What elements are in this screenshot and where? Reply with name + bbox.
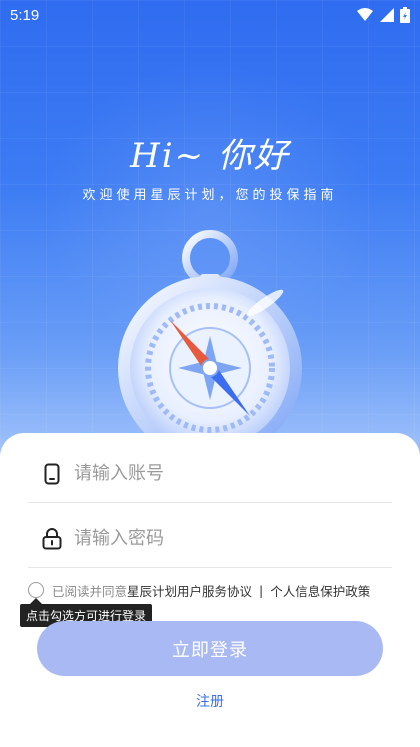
register-link[interactable]: 注册	[0, 691, 420, 711]
status-time: 5:19	[10, 6, 40, 24]
agreement-prefix: 已阅读并同意	[52, 583, 128, 599]
lock-icon	[40, 527, 64, 551]
service-agreement-link[interactable]: 星辰计划用户服务协议	[127, 581, 252, 600]
account-input[interactable]	[74, 463, 374, 484]
signal-icon	[380, 8, 394, 22]
privacy-policy-link[interactable]: 个人信息保护政策	[270, 581, 370, 600]
welcome-headline: Hi~ 你好	[130, 136, 290, 176]
welcome-subline: 欢迎使用星辰计划，您的投保指南	[82, 188, 338, 203]
hero-banner: Hi~ 你好 欢迎使用星辰计划，您的投保指南	[0, 0, 420, 470]
login-card: 已阅读并同意 星辰计划用户服务协议 | 个人信息保护政策 点击勾选方可进行登录 …	[0, 433, 420, 747]
agreement-checkbox[interactable]	[28, 582, 44, 598]
status-bar: 5:19	[0, 0, 420, 30]
account-field[interactable]	[28, 445, 392, 503]
phone-icon	[40, 462, 64, 486]
wifi-icon	[357, 8, 373, 21]
battery-icon	[400, 7, 410, 23]
password-field[interactable]	[28, 510, 392, 568]
agreement-row: 已阅读并同意 星辰计划用户服务协议 | 个人信息保护政策	[28, 578, 370, 602]
password-input[interactable]	[74, 528, 374, 549]
compass-icon	[118, 230, 302, 458]
login-button[interactable]: 立即登录	[37, 621, 383, 676]
agreement-separator: |	[259, 582, 264, 598]
